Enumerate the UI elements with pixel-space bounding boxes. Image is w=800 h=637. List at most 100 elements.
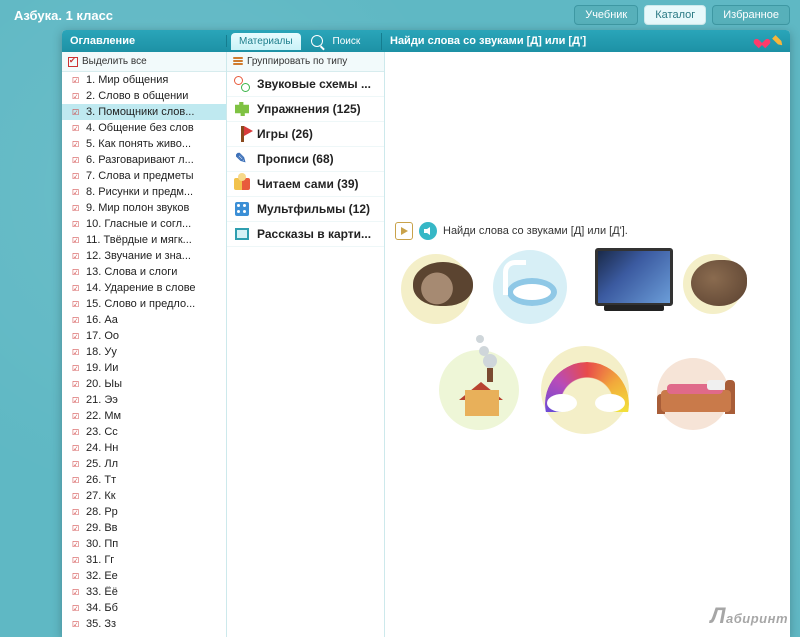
- toc-item[interactable]: ☑27. Кк: [62, 488, 226, 504]
- tab-search[interactable]: Поиск: [329, 33, 365, 50]
- toc-item-label: 33. Ёё: [86, 586, 118, 598]
- toc-item-label: 28. Рр: [86, 506, 118, 518]
- picture-otter[interactable]: [691, 260, 747, 306]
- material-item[interactable]: Рассказы в карти...: [227, 222, 384, 247]
- check-icon: ☑: [72, 476, 82, 485]
- toc-item-label: 4. Общение без слов: [86, 122, 194, 134]
- toc-item[interactable]: ☑ 8. Рисунки и предм...: [62, 184, 226, 200]
- picture-rainbow[interactable]: [545, 362, 629, 412]
- toc-item-label: 9. Мир полон звуков: [86, 202, 189, 214]
- pictures-area: [395, 254, 755, 494]
- material-label: Читаем сами (39): [257, 177, 359, 191]
- picture-tv[interactable]: [595, 248, 673, 306]
- favorite-icon[interactable]: [756, 35, 768, 47]
- task-hint-button[interactable]: [395, 222, 413, 240]
- toc-item[interactable]: ☑35. Зз: [62, 616, 226, 632]
- film-icon: [233, 200, 251, 218]
- check-icon: ☑: [72, 348, 82, 357]
- material-item[interactable]: Игры (26): [227, 122, 384, 147]
- toc-item[interactable]: ☑22. Мм: [62, 408, 226, 424]
- material-item[interactable]: Прописи (68): [227, 147, 384, 172]
- check-icon: ☑: [72, 204, 82, 213]
- watermark: Лабиринт: [710, 603, 788, 629]
- catalog-button[interactable]: Каталог: [644, 5, 706, 25]
- toc-item[interactable]: ☑11. Твёрдые и мягк...: [62, 232, 226, 248]
- toc-item-label: 20. Ыы: [86, 378, 122, 390]
- check-icon: ☑: [72, 444, 82, 453]
- toc-item[interactable]: ☑18. Уу: [62, 344, 226, 360]
- check-icon: ☑: [72, 428, 82, 437]
- toc-item[interactable]: ☑15. Слово и предло...: [62, 296, 226, 312]
- check-icon: ☑: [72, 284, 82, 293]
- toc-item[interactable]: ☑5. Как понять живо...: [62, 136, 226, 152]
- group-by-row[interactable]: Группировать по типу: [227, 52, 384, 72]
- toc-item-label: 14. Ударение в слове: [86, 282, 196, 294]
- toc-item[interactable]: ☑ 9. Мир полон звуков: [62, 200, 226, 216]
- task-text: Найди слова со звуками [Д] или [Д'].: [443, 225, 628, 237]
- toc-item-label: 5. Как понять живо...: [86, 138, 191, 150]
- toc-item[interactable]: ☑28. Рр: [62, 504, 226, 520]
- material-label: Прописи (68): [257, 152, 334, 166]
- toc-item-label: 35. Зз: [86, 618, 116, 630]
- material-item[interactable]: Звуковые схемы ...: [227, 72, 384, 97]
- toc-item[interactable]: ☑34. Бб: [62, 600, 226, 616]
- materials-panel: Группировать по типу Звуковые схемы ...У…: [227, 52, 385, 637]
- toc-header: Оглавление: [62, 35, 227, 47]
- toc-item-label: 23. Сс: [86, 426, 118, 438]
- material-label: Мультфильмы (12): [257, 202, 370, 216]
- edit-icon[interactable]: [770, 33, 787, 50]
- toc-item-label: 15. Слово и предло...: [86, 298, 195, 310]
- tab-materials[interactable]: Материалы: [231, 33, 301, 50]
- toc-item[interactable]: ☑17. Оо: [62, 328, 226, 344]
- check-icon: ☑: [72, 380, 82, 389]
- textbook-button[interactable]: Учебник: [574, 5, 638, 25]
- toc-item[interactable]: ☑24. Нн: [62, 440, 226, 456]
- picture-swan[interactable]: [495, 258, 571, 310]
- toc-item[interactable]: ☑ 14. Ударение в слове: [62, 280, 226, 296]
- frame-icon: [233, 225, 251, 243]
- select-all-row[interactable]: Выделить все: [62, 52, 226, 72]
- toc-item[interactable]: ☑13. Слова и слоги: [62, 264, 226, 280]
- scheme-icon: [233, 75, 251, 93]
- toc-item[interactable]: ☑ 20. Ыы: [62, 376, 226, 392]
- toc-item-label: 32. Ее: [86, 570, 118, 582]
- toc-item[interactable]: ☑1. Мир общения: [62, 72, 226, 88]
- check-icon: ☑: [72, 364, 82, 373]
- check-icon: ☑: [72, 156, 82, 165]
- toc-item[interactable]: ☑6. Разговаривают л...: [62, 152, 226, 168]
- toc-item[interactable]: ☑32. Ее: [62, 568, 226, 584]
- toc-item[interactable]: ☑12. Звучание и зна...: [62, 248, 226, 264]
- favorites-button[interactable]: Избранное: [712, 5, 790, 25]
- toc-item[interactable]: ☑2. Слово в общении: [62, 88, 226, 104]
- toc-item[interactable]: ☑ 23. Сс: [62, 424, 226, 440]
- toc-item[interactable]: ☑4. Общение без слов: [62, 120, 226, 136]
- material-item[interactable]: Упражнения (125): [227, 97, 384, 122]
- toc-item[interactable]: ☑7. Слова и предметы: [62, 168, 226, 184]
- toc-item-label: 8. Рисунки и предм...: [86, 186, 193, 198]
- material-item[interactable]: Читаем сами (39): [227, 172, 384, 197]
- picture-house[interactable]: [453, 366, 509, 422]
- toc-item[interactable]: ☑33. Ёё: [62, 584, 226, 600]
- toc-item[interactable]: ☑30. Пп: [62, 536, 226, 552]
- toc-item[interactable]: ☑3. Помощники слов...: [62, 104, 226, 120]
- material-item[interactable]: Мультфильмы (12): [227, 197, 384, 222]
- select-all-label: Выделить все: [82, 56, 147, 67]
- picture-hedgehog[interactable]: [413, 262, 473, 306]
- check-icon: ☑: [72, 396, 82, 405]
- toc-item[interactable]: ☑31. Гг: [62, 552, 226, 568]
- toc-item[interactable]: ☑16. Аа: [62, 312, 226, 328]
- toc-item[interactable]: ☑29. Вв: [62, 520, 226, 536]
- content-title: Найди слова со звуками [Д] или [Д']: [390, 35, 586, 47]
- sort-icon: [233, 57, 243, 67]
- toc-item[interactable]: ☑19. Ии: [62, 360, 226, 376]
- toc-item[interactable]: ☑21. Ээ: [62, 392, 226, 408]
- picture-bed[interactable]: [657, 372, 735, 420]
- toc-item-label: 12. Звучание и зна...: [86, 250, 191, 262]
- toc-item[interactable]: ☑25. Лл: [62, 456, 226, 472]
- toc-list[interactable]: ☑1. Мир общения☑2. Слово в общении☑3. По…: [62, 72, 226, 637]
- play-sound-button[interactable]: [419, 222, 437, 240]
- toc-item[interactable]: ☑26. Тт: [62, 472, 226, 488]
- check-icon: ☑: [72, 188, 82, 197]
- toc-item[interactable]: ☑10. Гласные и согл...: [62, 216, 226, 232]
- check-icon: ☑: [72, 604, 82, 613]
